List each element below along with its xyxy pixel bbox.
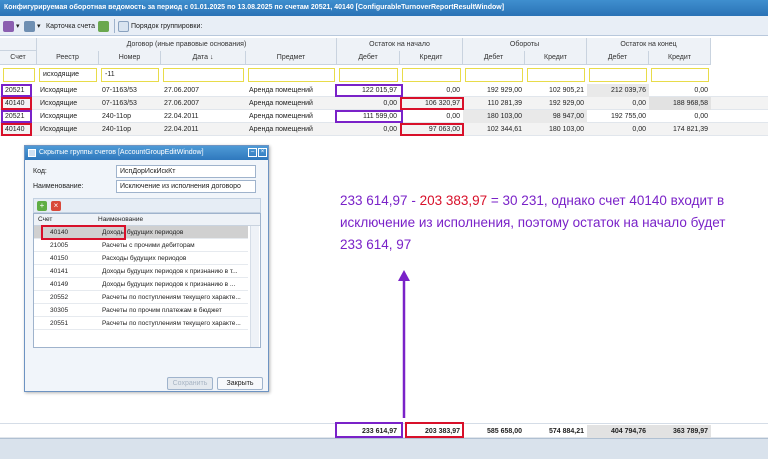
- code-label: Код:: [33, 168, 47, 175]
- close-button[interactable]: Закрыть: [217, 377, 263, 390]
- highlight-box: [41, 225, 126, 240]
- column-header-account[interactable]: Счет: [0, 51, 37, 65]
- filter-closing-credit[interactable]: [651, 68, 709, 82]
- highlight-box: [1, 97, 32, 110]
- group-header-turnover: Обороты: [463, 38, 587, 52]
- highlight-box: [1, 84, 32, 97]
- filter-closing-debit[interactable]: [589, 68, 647, 82]
- group-header-closing: Остаток на конец: [587, 38, 711, 52]
- refresh-icon: [98, 20, 109, 32]
- column-header-registry[interactable]: Реестр: [37, 51, 99, 65]
- print-menu-button[interactable]: ▾: [24, 19, 41, 33]
- arrow-up-icon: [398, 270, 410, 418]
- close-icon[interactable]: ×: [258, 148, 267, 157]
- highlight-box: [405, 422, 464, 438]
- column-header-opening-credit[interactable]: Кредит: [400, 51, 463, 65]
- chevron-down-icon: ▾: [16, 23, 20, 30]
- dialog-title: Скрытые группы счетов [AccountGroupEditW…: [25, 146, 268, 160]
- grid-row[interactable]: 40141 Доходы будущих периодов к признанию…: [34, 265, 248, 278]
- highlight-box: [400, 123, 464, 136]
- filter-opening-credit[interactable]: [402, 68, 461, 82]
- window-icon: [28, 149, 36, 157]
- name-field[interactable]: Исключение из исполнения договоро: [116, 180, 256, 193]
- accounts-grid: Счет Наименование 40140 Доходы будущих пе…: [33, 213, 261, 348]
- filter-number[interactable]: -11: [101, 68, 159, 82]
- column-header-subject[interactable]: Предмет: [246, 51, 337, 65]
- window-title: Конфигурируемая оборотная ведомость за п…: [0, 0, 768, 16]
- filter-account[interactable]: [3, 68, 35, 82]
- settings-menu-button[interactable]: ▾: [3, 19, 20, 33]
- account-card-button[interactable]: Карточка счета: [46, 19, 95, 33]
- table-row[interactable]: 40140 Исходящие 240-11ор 22.04.2011 Арен…: [0, 123, 768, 136]
- column-header-turnover-debit[interactable]: Дебет: [463, 51, 525, 65]
- grid-row[interactable]: 20552 Расчеты по поступлениям текущего ха…: [34, 291, 248, 304]
- column-header-turnover-credit[interactable]: Кредит: [525, 51, 587, 65]
- status-bar: [0, 438, 768, 459]
- grid-row[interactable]: 21005 Расчеты с прочими дебиторам: [34, 239, 248, 252]
- toolbar-divider: [114, 19, 115, 33]
- table-row[interactable]: 40140 Исходящие 07-1163/53 27.06.2007 Ар…: [0, 97, 768, 110]
- column-header-closing-credit[interactable]: Кредит: [649, 51, 711, 65]
- grouping-order-button[interactable]: Порядок группировки:: [118, 19, 202, 33]
- filter-registry[interactable]: исходящие: [39, 68, 97, 82]
- grid-row[interactable]: 40149 Доходы будущих периодов к признанию…: [34, 278, 248, 291]
- highlight-box: [400, 97, 464, 110]
- settings-icon: [3, 20, 14, 32]
- highlight-box: [1, 110, 32, 123]
- chevron-down-icon: ▾: [37, 23, 41, 30]
- filter-date[interactable]: [163, 68, 244, 82]
- column-header-date[interactable]: Дата ↓: [161, 51, 246, 65]
- filter-turnover-credit[interactable]: [527, 68, 585, 82]
- minimize-button[interactable]: –: [248, 148, 257, 157]
- filter-turnover-debit[interactable]: [465, 68, 523, 82]
- highlight-box: [1, 123, 32, 136]
- grid-row[interactable]: 20551 Расчеты по поступлениям текущего ха…: [34, 317, 248, 330]
- printer-icon: [24, 20, 35, 32]
- save-button[interactable]: Сохранить: [167, 377, 213, 390]
- filter-subject[interactable]: [248, 68, 335, 82]
- name-label: Наименование:: [33, 183, 84, 190]
- header-spacer: [0, 38, 37, 51]
- refresh-button[interactable]: [98, 19, 111, 33]
- column-header-opening-debit[interactable]: Дебет: [337, 51, 400, 65]
- add-icon[interactable]: +: [37, 201, 47, 211]
- column-header-closing-debit[interactable]: Дебет: [587, 51, 649, 65]
- highlight-box: [335, 110, 403, 123]
- grid-row[interactable]: 30305 Расчеты по прочим платежам в бюджет: [34, 304, 248, 317]
- hidden-account-groups-dialog: Скрытые группы счетов [AccountGroupEditW…: [24, 145, 269, 392]
- group-header-contract: Договор (иные правовые основания): [37, 38, 337, 52]
- column-header-number[interactable]: Номер: [99, 51, 161, 65]
- group-header-opening: Остаток на начало: [337, 38, 463, 52]
- grid-row[interactable]: 40150 Расходы будущих периодов: [34, 252, 248, 265]
- filter-opening-debit[interactable]: [339, 68, 398, 82]
- annotation-text: 233 614,97 - 203 383,97 = 30 231, однако…: [340, 193, 726, 252]
- grid-toolbar: + ×: [33, 198, 261, 213]
- grid-scrollbar[interactable]: [250, 226, 259, 347]
- code-field[interactable]: ИспДорИскИскКт: [116, 165, 256, 178]
- toolbar: ▾ ▾ Карточка счета Порядок группировки:: [0, 16, 768, 36]
- highlight-box: [335, 84, 403, 97]
- checkbox-icon: [118, 20, 129, 32]
- delete-icon[interactable]: ×: [51, 201, 61, 211]
- highlight-box: [335, 422, 403, 438]
